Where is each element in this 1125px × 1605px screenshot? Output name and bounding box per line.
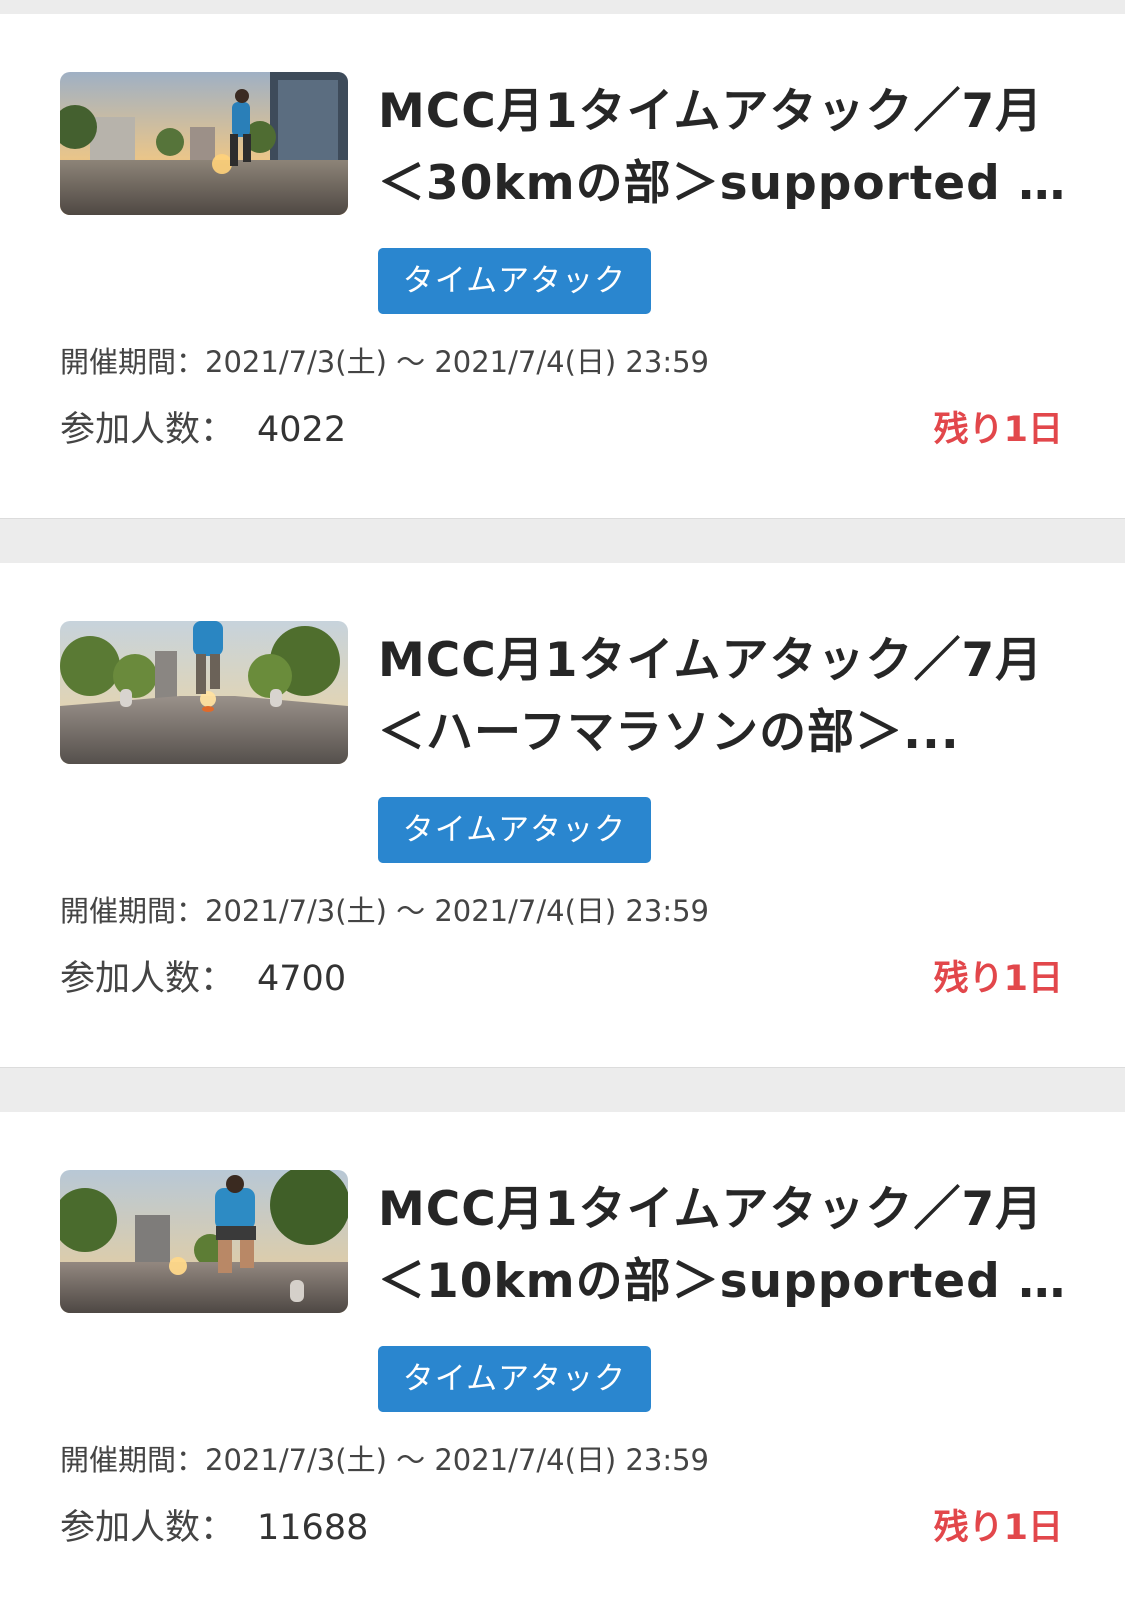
participants: 参加人数： 4022 (60, 406, 346, 454)
participants-count: 11688 (257, 1508, 369, 1548)
period-value: 2021/7/3(土) 〜 2021/7/4(日) 23:59 (205, 894, 709, 928)
event-list: MCC月1タイムアタック／7月 ＜30kmの部＞supported b... タ… (0, 0, 1125, 1605)
event-title[interactable]: MCC月1タイムアタック／7月 ＜30kmの部＞supported b... (378, 76, 1068, 220)
participants-count: 4700 (257, 959, 347, 999)
event-title-line2: ＜ハーフマラソンの部＞... (378, 705, 960, 760)
event-card[interactable]: MCC月1タイムアタック／7月 ＜ハーフマラソンの部＞... タイムアタック 開… (0, 563, 1125, 1068)
event-title-line1: MCC月1タイムアタック／7月 (378, 1182, 1044, 1237)
category-tag: タイムアタック (378, 1346, 651, 1412)
period-value: 2021/7/3(土) 〜 2021/7/4(日) 23:59 (205, 1443, 709, 1477)
participants-label: 参加人数： (60, 1508, 236, 1548)
event-thumbnail[interactable] (60, 1170, 348, 1313)
participants: 参加人数： 11688 (60, 1504, 368, 1552)
runner-photo-image (60, 621, 348, 764)
event-thumbnail[interactable] (60, 621, 348, 764)
event-title-line1: MCC月1タイムアタック／7月 (378, 633, 1044, 688)
event-period: 開催期間：2021/7/3(土) 〜 2021/7/4(日) 23:59 (60, 891, 709, 931)
category-tag: タイムアタック (378, 797, 651, 863)
participants-count: 4022 (257, 410, 347, 450)
period-label: 開催期間： (60, 1443, 206, 1477)
period-label: 開催期間： (60, 345, 206, 379)
event-title-line1: MCC月1タイムアタック／7月 (378, 84, 1044, 139)
event-card[interactable]: MCC月1タイムアタック／7月 ＜10kmの部＞supported b... タ… (0, 1112, 1125, 1605)
remaining-days: 残り1日 (933, 1508, 1063, 1548)
period-value: 2021/7/3(土) 〜 2021/7/4(日) 23:59 (205, 345, 709, 379)
participants-label: 参加人数： (60, 410, 236, 450)
event-card[interactable]: MCC月1タイムアタック／7月 ＜30kmの部＞supported b... タ… (0, 14, 1125, 519)
remaining-days: 残り1日 (933, 410, 1063, 450)
event-period: 開催期間：2021/7/3(土) 〜 2021/7/4(日) 23:59 (60, 1440, 709, 1480)
event-title[interactable]: MCC月1タイムアタック／7月 ＜10kmの部＞supported b... (378, 1174, 1068, 1318)
participants: 参加人数： 4700 (60, 955, 346, 1003)
remaining-days: 残り1日 (933, 959, 1063, 999)
runner-photo-image (60, 72, 348, 215)
period-label: 開催期間： (60, 894, 206, 928)
event-thumbnail[interactable] (60, 72, 348, 215)
event-title-line2: ＜10kmの部＞supported b... (378, 1254, 1068, 1309)
event-title-line2: ＜30kmの部＞supported b... (378, 156, 1068, 211)
runner-photo-image (60, 1170, 348, 1313)
event-period: 開催期間：2021/7/3(土) 〜 2021/7/4(日) 23:59 (60, 342, 709, 382)
event-title[interactable]: MCC月1タイムアタック／7月 ＜ハーフマラソンの部＞... (378, 625, 1068, 769)
category-tag: タイムアタック (378, 248, 651, 314)
participants-label: 参加人数： (60, 959, 236, 999)
